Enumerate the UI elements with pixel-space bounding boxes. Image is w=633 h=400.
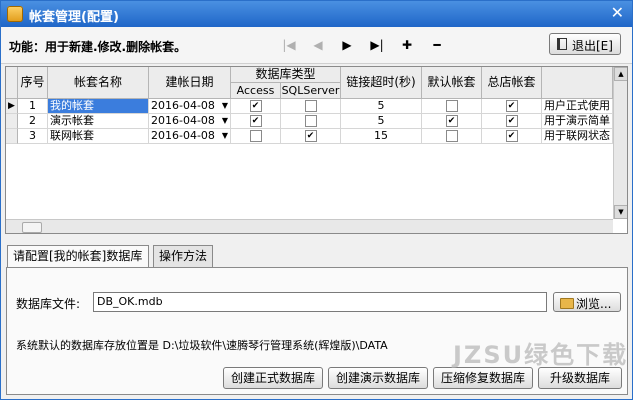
sqlserver-checkbox[interactable] (304, 100, 317, 112)
col-hq-header[interactable]: 总店帐套 (482, 67, 542, 99)
exit-button[interactable]: 退出[E] (549, 33, 621, 55)
table-cell-access[interactable]: ✔ (231, 99, 281, 114)
default-checkbox[interactable] (445, 100, 458, 112)
tab-db-config[interactable]: 请配置[我的帐套]数据库 (7, 245, 149, 268)
upgrade-db-button[interactable]: 升级数据库 (538, 367, 622, 389)
dropdown-arrow-icon[interactable]: ▼ (222, 99, 228, 113)
db-file-input[interactable]: DB_OK.mdb (93, 292, 547, 312)
scroll-thumb[interactable] (22, 222, 42, 233)
access-checkbox[interactable]: ✔ (249, 115, 262, 127)
table-cell-date[interactable]: 2016-04-08 ▼ (149, 129, 231, 144)
col-seq-header[interactable]: 序号 (18, 67, 48, 99)
col-timeout-header[interactable]: 链接超时(秒) (341, 67, 422, 99)
access-checkbox[interactable]: ✔ (249, 100, 262, 112)
vertical-scrollbar[interactable]: ▲ ▼ (613, 67, 627, 219)
scroll-down-icon[interactable]: ▼ (614, 205, 627, 219)
app-icon (7, 6, 23, 22)
create-demo-db-button[interactable]: 创建演示数据库 (328, 367, 428, 389)
table-cell-sqlserver[interactable] (281, 99, 341, 114)
table-cell-name[interactable]: 联网帐套 (48, 129, 149, 144)
table-cell-seq[interactable]: 2 (18, 114, 48, 129)
hq-checkbox[interactable]: ✔ (505, 100, 518, 112)
default-checkbox[interactable] (445, 130, 458, 142)
table-cell-sqlserver[interactable]: ✔ (281, 129, 341, 144)
prev-record-button[interactable]: ◀ (308, 36, 328, 54)
col-name-header[interactable]: 帐套名称 (48, 67, 149, 99)
compact-repair-db-button[interactable]: 压缩修复数据库 (433, 367, 533, 389)
table-cell-timeout[interactable]: 5 (341, 99, 422, 114)
table-cell-name[interactable]: 演示帐套 (48, 114, 149, 129)
dropdown-arrow-icon[interactable]: ▼ (222, 114, 228, 128)
sqlserver-checkbox[interactable] (304, 115, 317, 127)
table-cell-hq[interactable]: ✔ (482, 129, 542, 144)
table-cell-access[interactable] (231, 129, 281, 144)
table-cell-sqlserver[interactable] (281, 114, 341, 129)
table-cell-seq[interactable]: 3 (18, 129, 48, 144)
table-cell-seq[interactable]: 1 (18, 99, 48, 114)
col-date-header[interactable]: 建帐日期 (149, 67, 231, 99)
date-text: 2016-04-08 (151, 114, 215, 127)
main-window: 帐套管理(配置) ✕ 功能：用于新建.修改.删除帐套。 |◀ ◀ ▶ ▶| ✚ … (0, 0, 633, 400)
sqlserver-checkbox[interactable]: ✔ (304, 130, 317, 142)
table-cell-note[interactable]: 用户正式使用 (542, 99, 613, 114)
col-default-header[interactable]: 默认帐套 (422, 67, 482, 99)
create-formal-db-button[interactable]: 创建正式数据库 (223, 367, 323, 389)
tab-instructions[interactable]: 操作方法 (153, 245, 213, 267)
table-cell-default[interactable]: ✔ (422, 114, 482, 129)
exit-icon (557, 38, 567, 50)
table-cell-hq[interactable]: ✔ (482, 99, 542, 114)
col-sqlserver-header[interactable]: SQLServer (281, 83, 341, 99)
function-label: 功能：用于新建.修改.删除帐套。 (9, 40, 187, 54)
scroll-up-icon[interactable]: ▲ (614, 67, 627, 81)
delete-record-button[interactable]: ━ (427, 36, 447, 54)
row-indicator-header (6, 67, 18, 99)
add-record-button[interactable]: ✚ (397, 36, 417, 54)
date-text: 2016-04-08 (151, 99, 215, 112)
table-cell-default[interactable] (422, 129, 482, 144)
table-cell-note[interactable]: 用于演示简单 (542, 114, 613, 129)
browse-button[interactable]: 浏览... (553, 292, 621, 312)
db-file-label: 数据库文件: (16, 297, 81, 311)
date-text: 2016-04-08 (151, 129, 215, 142)
row-indicator (6, 129, 18, 144)
access-checkbox[interactable] (249, 130, 262, 142)
browse-button-label: 浏览... (576, 297, 612, 311)
table-cell-timeout[interactable]: 5 (341, 114, 422, 129)
col-access-header[interactable]: Access (231, 83, 281, 99)
horizontal-scrollbar[interactable] (6, 219, 613, 233)
first-record-button[interactable]: |◀ (279, 36, 299, 54)
table-cell-note[interactable]: 用于联网状态 (542, 129, 613, 144)
table-cell-timeout[interactable]: 15 (341, 129, 422, 144)
table-cell-name[interactable]: 我的帐套 (48, 99, 149, 114)
db-config-panel: 数据库文件: DB_OK.mdb 浏览... 系统默认的数据库存放位置是 D:\… (6, 267, 628, 395)
next-record-button[interactable]: ▶ (337, 36, 357, 54)
table-cell-access[interactable]: ✔ (231, 114, 281, 129)
toolbar: 功能：用于新建.修改.删除帐套。 |◀ ◀ ▶ ▶| ✚ ━ 退出[E] (1, 27, 632, 64)
last-record-button[interactable]: ▶| (367, 36, 387, 54)
row-indicator (6, 114, 18, 129)
title-bar[interactable]: 帐套管理(配置) ✕ (1, 1, 632, 27)
folder-icon (560, 298, 574, 309)
col-dbtype-header: 数据库类型 (231, 67, 341, 83)
watermark: JZSU绿色下载 (453, 341, 629, 369)
window-title: 帐套管理(配置) (29, 10, 119, 25)
col-note-header (542, 67, 613, 99)
table-cell-hq[interactable]: ✔ (482, 114, 542, 129)
hq-checkbox[interactable]: ✔ (505, 115, 518, 127)
close-icon[interactable]: ✕ (611, 4, 624, 22)
table-cell-date[interactable]: 2016-04-08 ▼ (149, 99, 231, 114)
hq-checkbox[interactable]: ✔ (505, 130, 518, 142)
default-path-text: 系统默认的数据库存放位置是 D:\垃圾软件\速腾琴行管理系统(辉煌版)\DATA (16, 339, 388, 352)
table-cell-default[interactable] (422, 99, 482, 114)
account-grid[interactable]: 序号 帐套名称 建帐日期 数据库类型 Access SQLServer 链接超时… (5, 66, 628, 234)
default-checkbox[interactable]: ✔ (445, 115, 458, 127)
exit-button-label: 退出[E] (572, 39, 613, 53)
dropdown-arrow-icon[interactable]: ▼ (222, 129, 228, 143)
table-cell-date[interactable]: 2016-04-08 ▼ (149, 114, 231, 129)
row-indicator-icon: ▶ (6, 99, 18, 114)
